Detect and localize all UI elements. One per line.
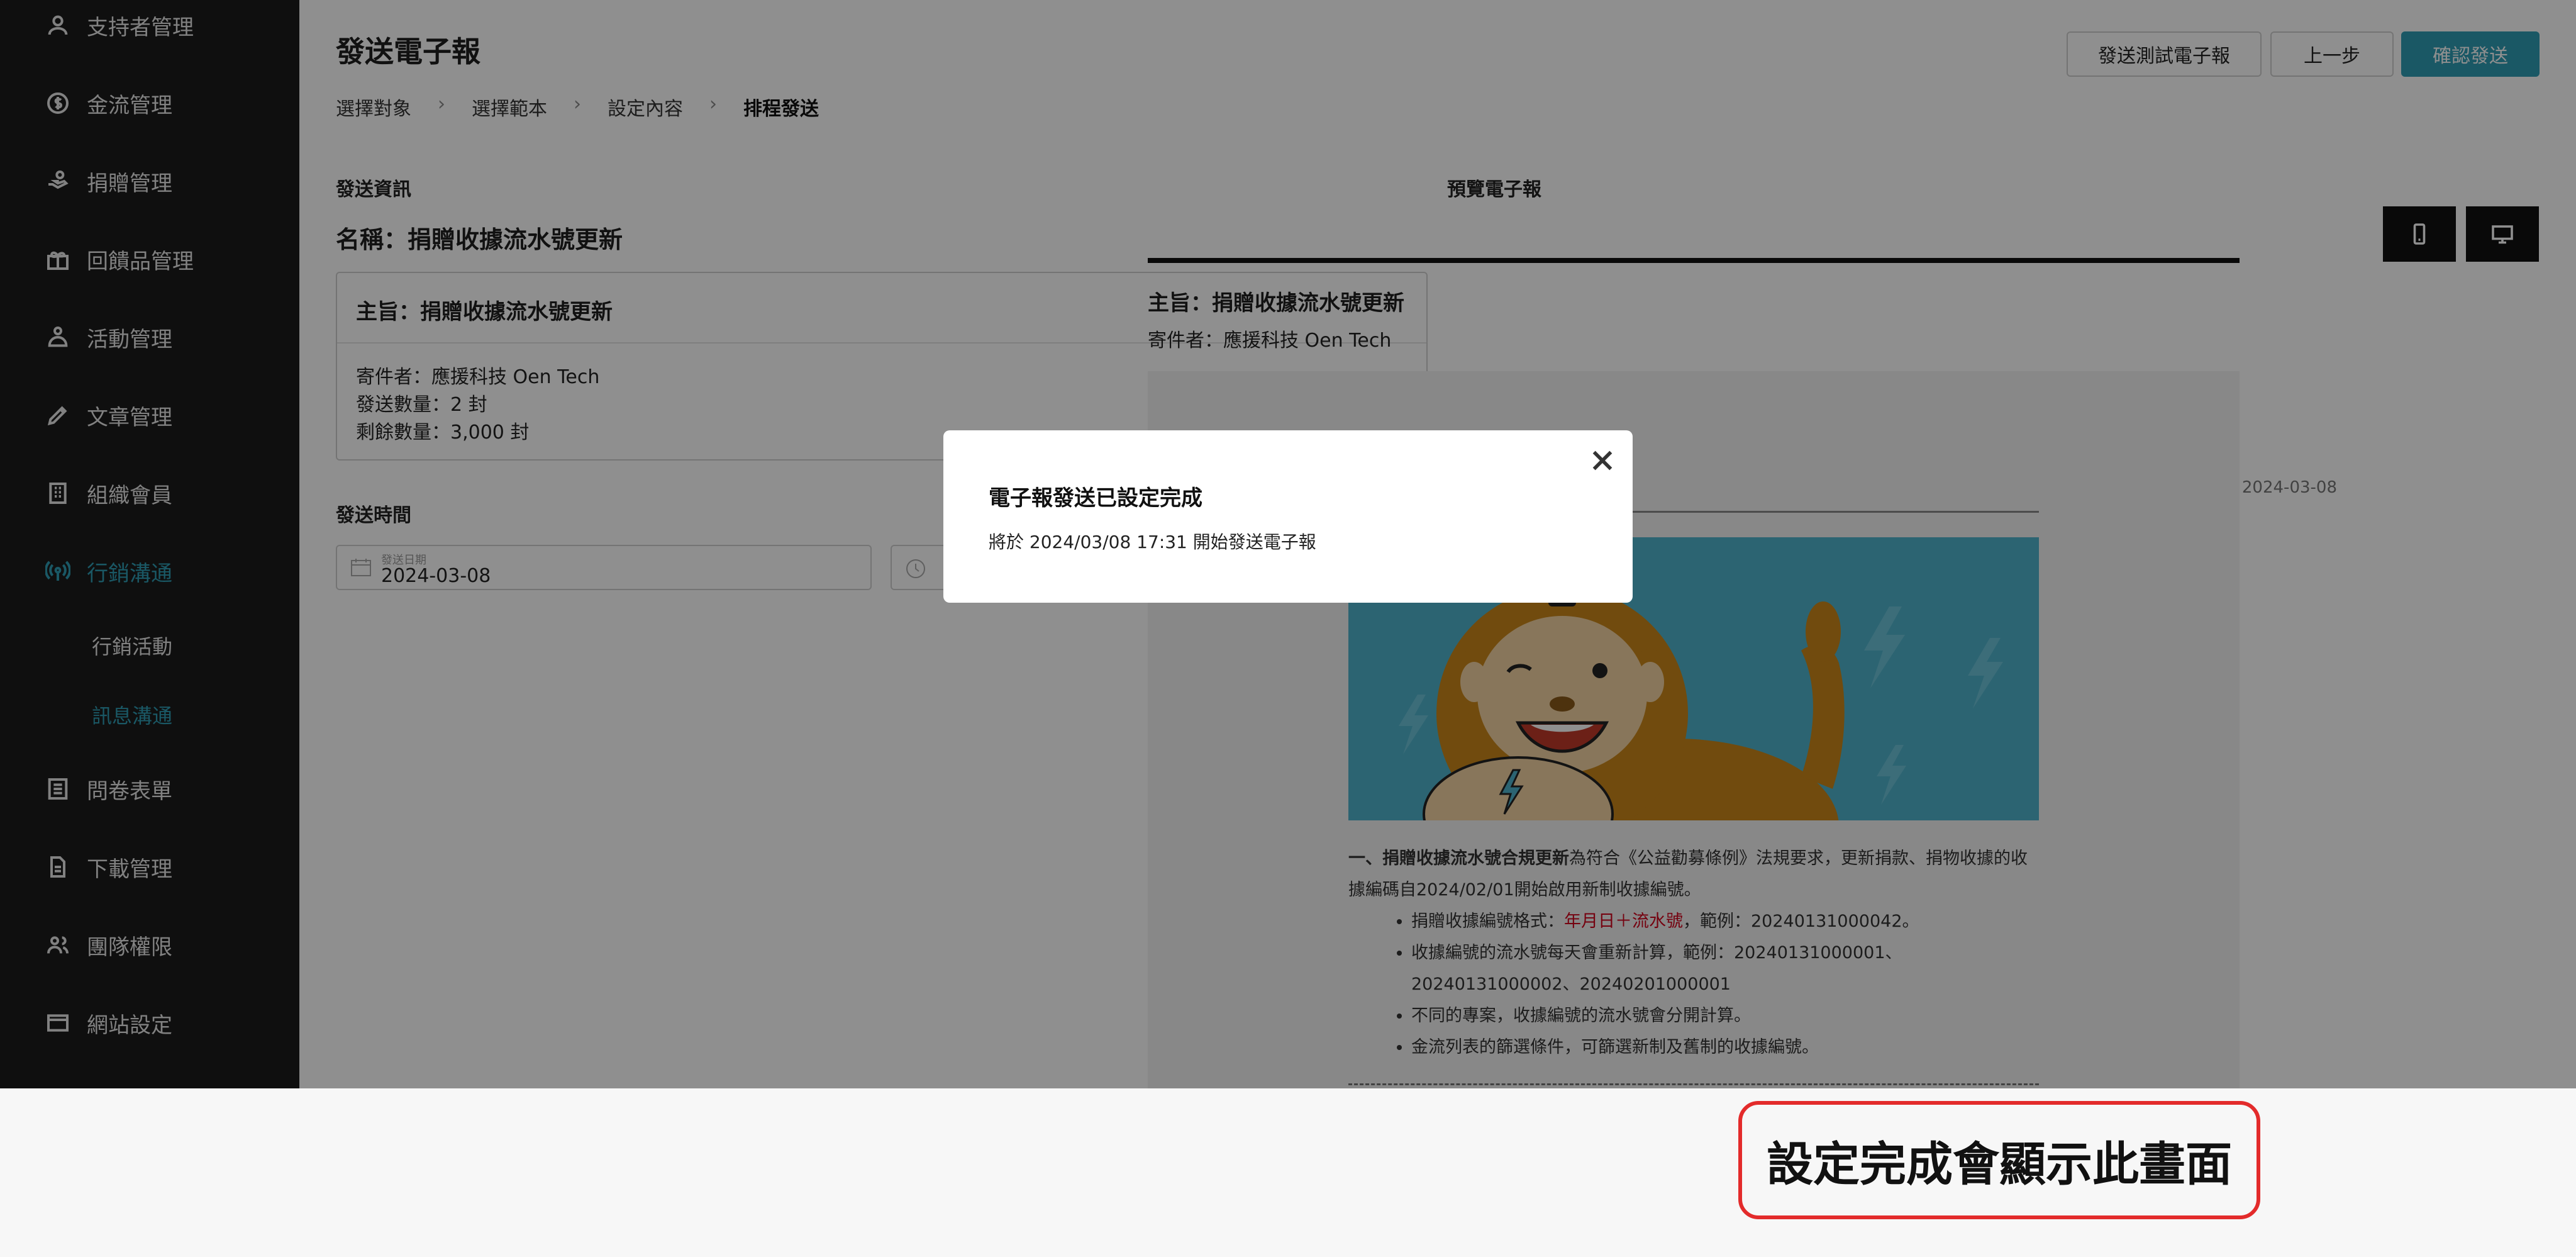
dialog-message: 將於 2024/03/08 17:31 開始發送電子報 <box>989 532 1316 552</box>
close-icon <box>1592 450 1613 471</box>
dialog-close-button[interactable] <box>1585 443 1620 478</box>
app-window: 支持者管理 金流管理 捐贈管理 回饋品管理 活動管理 文章管理 組織會員 行銷溝… <box>0 0 2576 1088</box>
success-dialog: 電子報發送已設定完成 將於 2024/03/08 17:31 開始發送電子報 <box>943 430 1633 603</box>
annotation-callout: 設定完成會顯示此畫面 <box>1738 1101 2260 1219</box>
dialog-title: 電子報發送已設定完成 <box>989 486 1202 511</box>
